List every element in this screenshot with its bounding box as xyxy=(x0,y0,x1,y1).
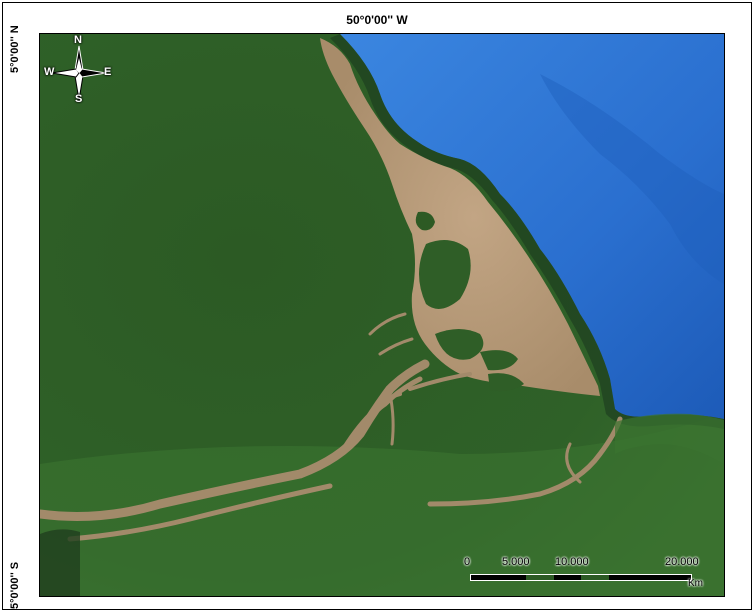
map-frame: 50°0'00'' W 5°0'00'' N 5°0'00'' S N S E … xyxy=(2,2,752,610)
scale-track xyxy=(470,574,692,581)
longitude-label: 50°0'00'' W xyxy=(346,13,408,27)
latitude-label-south: 5°0'00'' S xyxy=(9,561,21,609)
compass-west: W xyxy=(44,66,55,78)
satellite-map[interactable]: N S E W 0 5.000 10.000 20.000 Km xyxy=(39,33,725,597)
north-arrow: N S E W xyxy=(44,34,112,106)
shadow-area xyxy=(40,529,80,596)
scale-unit: Km xyxy=(688,578,703,589)
scale-tick-0: 0 xyxy=(464,556,471,568)
compass-south: S xyxy=(75,93,83,105)
scale-tick-2: 10.000 xyxy=(555,556,589,568)
compass-east: E xyxy=(104,66,112,78)
scale-tick-3: 20.000 xyxy=(665,556,699,568)
scale-tick-1: 5.000 xyxy=(502,556,530,568)
map-image xyxy=(40,34,724,596)
compass-north: N xyxy=(74,34,82,46)
latitude-label-north: 5°0'00'' N xyxy=(9,25,21,73)
scale-bar: 0 5.000 10.000 20.000 Km xyxy=(460,556,710,592)
